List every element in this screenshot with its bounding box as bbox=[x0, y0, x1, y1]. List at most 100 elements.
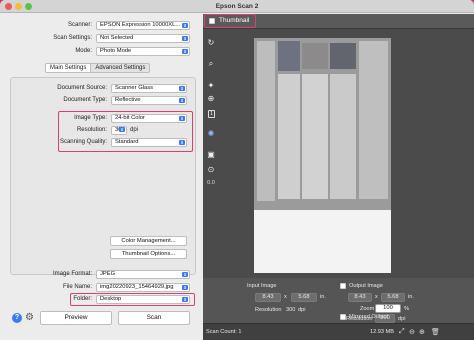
image-format-value: JPEG bbox=[100, 271, 116, 277]
folder-label: Folder: bbox=[73, 296, 92, 302]
zoom-value: 100 bbox=[383, 305, 393, 311]
image-format-label: Image Format: bbox=[52, 271, 92, 277]
status-bar: Scan Count: 1 12.93 MB ⤢ ⊖ ⊕ 🗑 bbox=[203, 323, 474, 340]
add-area-icon[interactable]: ⊕ bbox=[206, 94, 216, 103]
image-type-dropdown-icon: ⬍ bbox=[179, 116, 185, 121]
scanner-value: EPSON Expression 10000XL... bbox=[100, 22, 181, 28]
resolution-label: Resolution: bbox=[76, 127, 107, 133]
scan-settings-dropdown-icon: ⬍ bbox=[182, 36, 188, 41]
scanner-dropdown-icon: ⬍ bbox=[182, 23, 188, 28]
settings-icon[interactable]: ▣ bbox=[206, 150, 216, 159]
output-height-field[interactable]: 5.68 bbox=[381, 293, 405, 302]
thumbnail-options-button[interactable]: Thumbnail Options... bbox=[110, 249, 187, 259]
zoom-icon[interactable]: ⌕ bbox=[206, 59, 216, 68]
scan-button[interactable]: Scan bbox=[118, 311, 190, 325]
scanner-select[interactable]: EPSON Expression 10000XL... ⬍ bbox=[96, 21, 190, 30]
preview-image bbox=[254, 38, 391, 273]
resolution-dropdown-icon[interactable]: ⬍ bbox=[119, 127, 125, 132]
output-image-title: Output Image bbox=[349, 283, 383, 289]
document-source-select[interactable]: Scanner Glass ⬍ bbox=[111, 84, 187, 93]
input-image-title: Input Image bbox=[247, 283, 277, 289]
input-resolution-unit: dpi bbox=[298, 307, 306, 313]
document-type-select[interactable]: Reflective ⬍ bbox=[111, 96, 187, 105]
scanning-quality-value: Standard bbox=[115, 139, 139, 145]
folder-dropdown-icon: ⬍ bbox=[182, 297, 188, 302]
input-resolution-value: 300 bbox=[286, 307, 296, 313]
scan-count: Scan Count: 1 bbox=[206, 329, 242, 335]
preview-panel: Thumbnail ↻ ⌕ ✦ ⊕ 1 ✺ ▣ ⊙ 0.0 Input Imag… bbox=[203, 14, 474, 340]
close-window-button[interactable] bbox=[5, 3, 12, 10]
newspaper-column-2 bbox=[278, 74, 300, 199]
document-type-value: Reflective bbox=[115, 97, 141, 103]
scanner-label: Scanner: bbox=[67, 22, 92, 28]
scan-settings-label: Scan Settings: bbox=[53, 35, 92, 41]
output-image-checkbox[interactable] bbox=[340, 283, 346, 289]
thumbnail-checkbox[interactable] bbox=[209, 18, 215, 24]
document-source-dropdown-icon: ⬍ bbox=[179, 86, 185, 91]
image-info-area: Input Image 8.43 x 5.68 in. Resolution 3… bbox=[203, 278, 474, 328]
settings-panel: Scanner: EPSON Expression 10000XL... ⬍ S… bbox=[0, 14, 203, 340]
image-type-label: Image Type: bbox=[74, 115, 107, 121]
input-unit-label: in. bbox=[320, 294, 326, 300]
newspaper-photo-2 bbox=[302, 43, 328, 69]
scan-settings-select[interactable]: Not Selected ⬍ bbox=[96, 34, 190, 43]
image-type-value: 24-bit Color bbox=[115, 115, 145, 121]
area-count-value: 1 bbox=[209, 111, 214, 117]
export-icon[interactable]: ⊙ bbox=[206, 165, 216, 174]
color-restore-icon[interactable]: ✺ bbox=[206, 129, 216, 138]
input-times-label: x bbox=[284, 294, 287, 300]
zoom-in-icon[interactable]: ⊕ bbox=[419, 328, 425, 336]
title-bar: Epson Scan 2 bbox=[0, 0, 474, 13]
minimize-window-button[interactable] bbox=[15, 3, 22, 10]
rotate-icon[interactable]: ↻ bbox=[206, 38, 216, 47]
zoom-field[interactable]: 100 bbox=[375, 304, 401, 313]
newspaper-column-1 bbox=[257, 41, 275, 201]
scanned-newspaper-image bbox=[254, 38, 391, 210]
file-name-dropdown-icon: ⬍ bbox=[182, 285, 188, 290]
folder-select[interactable]: Desktop ⬍ bbox=[96, 295, 190, 304]
scanning-quality-dropdown-icon: ⬍ bbox=[179, 140, 185, 145]
output-unit-label: in. bbox=[408, 294, 414, 300]
mirrored-output-label: Mirrored Output bbox=[349, 314, 389, 320]
newspaper-photo-1 bbox=[278, 41, 300, 71]
settings-tabs: Main Settings Advanced Settings bbox=[45, 63, 151, 73]
help-icon[interactable]: ? bbox=[12, 313, 22, 323]
output-width-field[interactable]: 8.43 bbox=[348, 293, 372, 302]
document-type-dropdown-icon: ⬍ bbox=[179, 98, 185, 103]
color-management-button[interactable]: Color Management... bbox=[110, 236, 187, 246]
mode-label: Mode: bbox=[75, 48, 92, 54]
document-source-value: Scanner Glass bbox=[115, 85, 154, 91]
image-format-dropdown-icon: ⬍ bbox=[182, 272, 188, 277]
zoom-out-icon[interactable]: ⊖ bbox=[409, 328, 415, 336]
zoom-window-button[interactable] bbox=[25, 3, 32, 10]
tab-main-settings[interactable]: Main Settings bbox=[45, 63, 92, 73]
epson-scan-window: Epson Scan 2 Scanner: EPSON Expression 1… bbox=[0, 0, 474, 340]
preview-button[interactable]: Preview bbox=[40, 311, 112, 325]
tab-advanced-settings[interactable]: Advanced Settings bbox=[91, 63, 151, 73]
mode-select[interactable]: Photo Mode ⬍ bbox=[96, 47, 190, 56]
document-source-label: Document Source: bbox=[57, 85, 107, 91]
output-width-value: 8.43 bbox=[354, 294, 366, 300]
image-format-select[interactable]: JPEG ⬍ bbox=[96, 270, 190, 279]
mirrored-output-checkbox[interactable] bbox=[340, 314, 346, 320]
window-title: Epson Scan 2 bbox=[215, 3, 259, 10]
zoom-label: Zoom bbox=[360, 306, 375, 312]
scanning-quality-label: Scanning Quality: bbox=[59, 139, 107, 145]
resolution-unit: dpi bbox=[130, 127, 139, 133]
scanning-quality-select[interactable]: Standard ⬍ bbox=[111, 138, 187, 147]
delete-icon[interactable]: 🗑 bbox=[431, 328, 440, 336]
output-times-label: x bbox=[375, 294, 378, 300]
file-name-select[interactable]: img20220923_15464929.jpg ⬍ bbox=[96, 283, 190, 292]
scan-settings-value: Not Selected bbox=[100, 35, 134, 41]
input-resolution-label: Resolution bbox=[255, 307, 282, 313]
file-size: 12.93 MB bbox=[370, 329, 394, 335]
preview-toolbar: Thumbnail bbox=[203, 14, 474, 29]
fit-view-icon[interactable]: ⤢ bbox=[399, 328, 405, 336]
mode-dropdown-icon: ⬍ bbox=[182, 49, 188, 54]
gear-icon[interactable]: ⚙ bbox=[24, 312, 35, 323]
thumbnail-label: Thumbnail bbox=[219, 17, 250, 24]
auto-adjust-icon[interactable]: ✦ bbox=[206, 81, 216, 90]
document-type-label: Document Type: bbox=[63, 97, 107, 103]
image-type-select[interactable]: 24-bit Color ⬍ bbox=[111, 114, 187, 123]
area-count-badge: 1 bbox=[208, 110, 215, 118]
